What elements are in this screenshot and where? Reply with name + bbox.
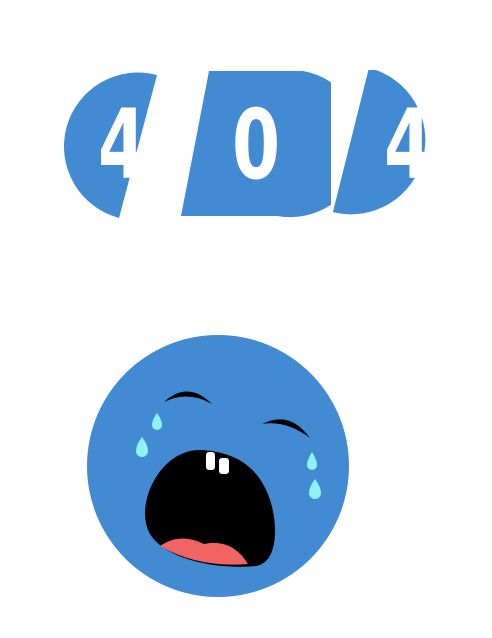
error-code-404: 4 0 4 xyxy=(0,0,492,240)
tooth xyxy=(206,452,215,470)
digit-tile-1: 4 xyxy=(47,70,197,220)
digit-2: 0 xyxy=(231,89,281,201)
crying-face-icon xyxy=(86,334,350,598)
digit-3: 4 xyxy=(383,89,433,201)
crying-face-illustration xyxy=(87,335,349,597)
tooth xyxy=(219,458,229,474)
digit-1: 4 xyxy=(97,89,147,201)
digit-tile-3: 4 xyxy=(333,70,483,220)
digit-tile-2: 0 xyxy=(181,70,331,220)
